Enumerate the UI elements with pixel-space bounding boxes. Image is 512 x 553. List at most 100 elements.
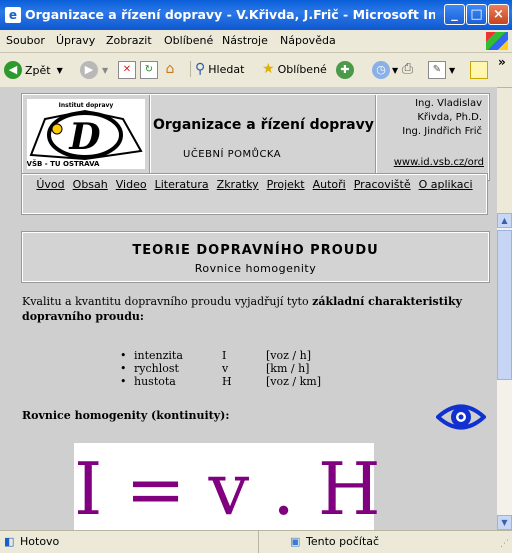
toolbar: ◀ Zpět ▼ ▶ ▼ ✕ ↻ ⌂ ⚲ Hledat ★ Oblíbené ✚… — [0, 53, 512, 88]
author-line: Křivda, Ph.D. — [417, 112, 482, 123]
minimize-button[interactable]: _ — [444, 4, 465, 25]
scroll-thumb[interactable] — [497, 230, 512, 380]
menu-soubor[interactable]: Soubor — [6, 34, 45, 47]
status-text: Hotovo — [20, 535, 60, 548]
page-content: Institut dopravy D VŠB - TU OSTRAVA Orga… — [0, 87, 497, 530]
resize-grip-icon[interactable]: ⋰ — [500, 539, 509, 549]
history-dropdown-icon: ▼ — [392, 65, 399, 75]
logo-image: Institut dopravy D VŠB - TU OSTRAVA — [27, 102, 143, 168]
toolbar-overflow-icon[interactable]: » — [498, 55, 506, 69]
course-title: Organizace a řízení dopravy — [153, 117, 374, 133]
svg-text:Institut dopravy: Institut dopravy — [59, 102, 114, 109]
back-arrow-icon: ◀ — [4, 61, 22, 79]
homogeneity-formula: I = v . H — [74, 443, 381, 530]
homogeneity-heading: Rovnice homogenity (kontinuity): — [22, 409, 230, 422]
forward-dropdown-icon[interactable]: ▼ — [102, 66, 108, 75]
intro-paragraph: Kvalitu a kvantitu dopravního proudu vyj… — [22, 294, 492, 324]
menu-napoveda[interactable]: Nápověda — [280, 34, 336, 47]
nav-literatura[interactable]: Literatura — [155, 178, 209, 191]
refresh-icon[interactable]: ↻ — [140, 61, 158, 79]
edit-icon: ✎ — [428, 61, 446, 79]
print-icon[interactable]: ⎙ — [402, 61, 413, 77]
characteristics-list: • intenzita I [voz / h] • rychlost v [km… — [120, 349, 321, 388]
eye-icon[interactable] — [436, 400, 486, 434]
window-title: Organizace a řízení dopravy - V.Křivda, … — [25, 7, 435, 22]
topic-subtitle: Rovnice homogenity — [194, 262, 317, 275]
star-icon: ★ — [262, 61, 275, 77]
svg-text:VŠB - TU OSTRAVA: VŠB - TU OSTRAVA — [27, 159, 100, 168]
nav-autori[interactable]: Autoři — [313, 178, 346, 191]
forward-button[interactable]: ▶ ▼ — [80, 61, 108, 79]
menu-bar: Soubor Úpravy Zobrazit Oblíbené Nástroje… — [0, 30, 512, 53]
svg-text:D: D — [68, 116, 100, 158]
computer-zone-icon: ▣ — [290, 535, 301, 548]
characteristic-name: intenzita — [134, 349, 183, 362]
bullet: • — [120, 362, 127, 375]
header-divider — [375, 95, 377, 179]
stop-icon[interactable]: ✕ — [118, 61, 136, 79]
characteristic-symbol: v — [222, 362, 229, 375]
forward-arrow-icon: ▶ — [80, 61, 98, 79]
site-header: Institut dopravy D VŠB - TU OSTRAVA Orga… — [21, 93, 490, 181]
maximize-button[interactable]: □ — [466, 4, 487, 25]
zone-text: Tento počítač — [306, 535, 380, 548]
characteristic-unit: [voz / km] — [266, 375, 322, 388]
back-dropdown-icon[interactable]: ▼ — [57, 66, 63, 75]
authors: Ing. Vladislav Křivda, Ph.D. Ing. Jindři… — [402, 97, 482, 139]
list-item: • hustota H [voz / km] — [120, 375, 321, 388]
search-label: Hledat — [208, 62, 245, 76]
status-divider — [258, 531, 259, 553]
nav-projekt[interactable]: Projekt — [267, 178, 305, 191]
characteristic-name: hustota — [134, 375, 176, 388]
characteristic-unit: [voz / h] — [266, 349, 311, 362]
home-icon[interactable]: ⌂ — [162, 61, 178, 77]
history-button[interactable]: ◷ ▼ — [372, 61, 398, 79]
intro-text: Kvalitu a kvantitu dopravního proudu vyj… — [22, 295, 309, 308]
site-nav: Úvod Obsah Video Literatura Zkratky Projekt Au… — [21, 173, 488, 215]
favorites-label: Oblíbené — [277, 62, 327, 76]
author-line: Ing. Jindřich Frič — [402, 126, 482, 137]
history-icon: ◷ — [372, 61, 390, 79]
topic-box: TEORIE DOPRAVNÍHO PROUDU Rovnice homogen… — [21, 231, 490, 283]
nav-o-aplikaci[interactable]: O aplikaci — [419, 178, 473, 191]
header-divider — [149, 95, 151, 179]
nav-video[interactable]: Video — [116, 178, 147, 191]
characteristic-unit: [km / h] — [266, 362, 310, 375]
scroll-down-icon[interactable]: ▼ — [497, 515, 512, 530]
edit-button[interactable]: ✎ ▼ — [428, 61, 455, 79]
bullet: • — [120, 375, 127, 388]
course-subtitle: UČEBNÍ POMŮCKA — [183, 149, 282, 160]
bullet: • — [120, 349, 127, 362]
characteristic-name: rychlost — [134, 362, 179, 375]
website-link[interactable]: www.id.vsb.cz/ord — [394, 157, 484, 168]
page-icon: ◧ — [4, 535, 15, 548]
close-button[interactable]: × — [488, 4, 509, 25]
search-button[interactable]: ⚲ Hledat — [190, 61, 244, 77]
messenger-icon[interactable] — [470, 61, 488, 79]
menu-oblibene[interactable]: Oblíbené — [164, 34, 213, 47]
topic-title: TEORIE DOPRAVNÍHO PROUDU — [132, 243, 379, 258]
menu-upravy[interactable]: Úpravy — [56, 34, 95, 47]
list-item: • rychlost v [km / h] — [120, 362, 321, 375]
edit-dropdown-icon: ▼ — [449, 65, 456, 75]
nav-obsah[interactable]: Obsah — [73, 178, 108, 191]
media-icon[interactable]: ✚ — [336, 61, 354, 79]
menu-nastroje[interactable]: Nástroje — [222, 34, 268, 47]
nav-zkratky[interactable]: Zkratky — [217, 178, 259, 191]
status-bar: ◧ Hotovo ▣ Tento počítač ⋰ — [0, 530, 512, 553]
favorites-button[interactable]: ★ Oblíbené — [262, 61, 327, 77]
characteristic-symbol: I — [222, 349, 227, 362]
vertical-scrollbar[interactable]: ▲ ▼ — [497, 213, 512, 530]
windows-logo-icon — [486, 32, 508, 50]
author-line: Ing. Vladislav — [415, 98, 482, 109]
institute-logo: Institut dopravy D VŠB - TU OSTRAVA — [27, 99, 145, 169]
nav-uvod[interactable]: Úvod — [36, 178, 64, 191]
scroll-up-icon[interactable]: ▲ — [497, 213, 512, 228]
search-icon: ⚲ — [195, 61, 206, 77]
characteristic-symbol: H — [222, 375, 232, 388]
back-button[interactable]: ◀ Zpět ▼ — [4, 61, 63, 79]
menu-zobrazit[interactable]: Zobrazit — [106, 34, 152, 47]
nav-pracoviste[interactable]: Pracoviště — [354, 178, 411, 191]
title-bar: e Organizace a řízení dopravy - V.Křivda… — [0, 0, 512, 30]
back-label: Zpět — [25, 63, 51, 77]
